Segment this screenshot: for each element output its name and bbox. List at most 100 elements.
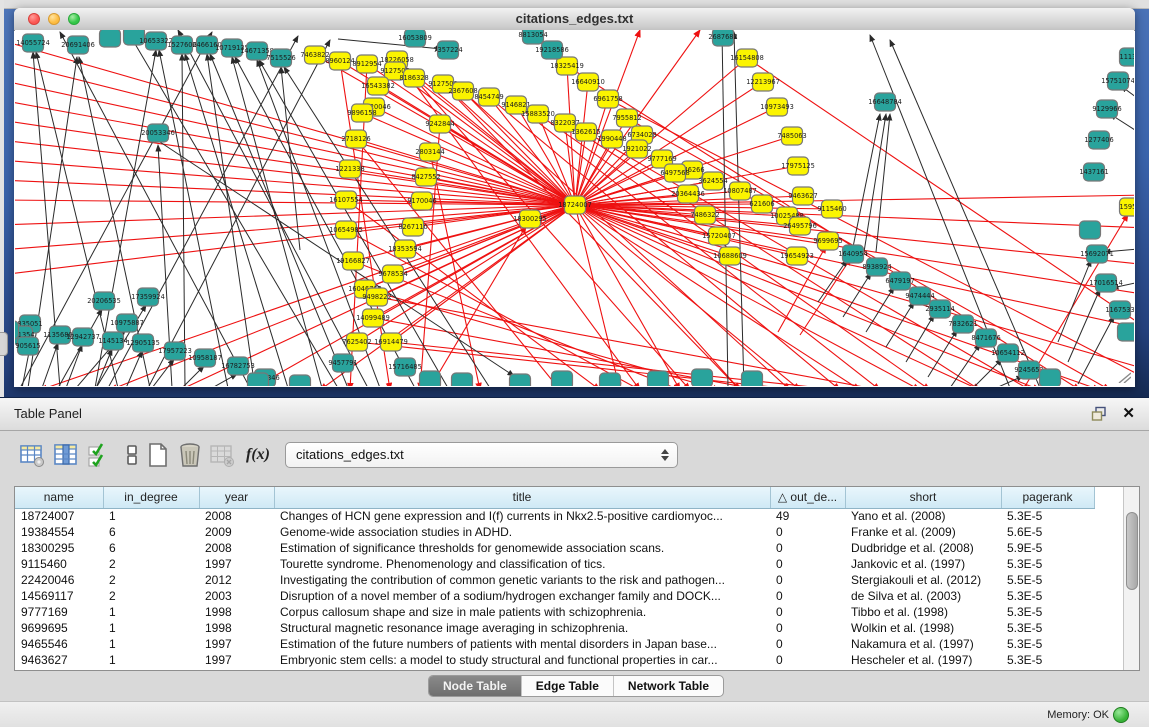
table-row[interactable]: 969969511998Structural magnetic resonanc… <box>15 620 1094 636</box>
graph-node-label: 20206535 <box>87 297 121 305</box>
graph-node-teal[interactable] <box>290 375 311 386</box>
function-builder-icon[interactable]: f(x) <box>244 441 272 469</box>
graph-edge[interactable] <box>800 258 851 335</box>
graph-edge[interactable] <box>15 205 575 275</box>
graph-node-teal[interactable] <box>420 371 441 386</box>
graph-edge[interactable] <box>575 99 608 205</box>
graph-node-label: 15958 <box>1120 203 1134 211</box>
graph-edge[interactable] <box>185 54 288 386</box>
graph-node-label: 6734028 <box>627 131 656 139</box>
column-header-out_de[interactable]: △ out_de... <box>770 487 845 508</box>
column-header-title[interactable]: title <box>274 487 770 508</box>
graph-node-teal[interactable] <box>1040 369 1061 386</box>
table-cell: 9777169 <box>15 604 103 620</box>
table-options-icon[interactable] <box>18 441 46 469</box>
graph-node-label: 1921022 <box>622 145 651 153</box>
graph-nodes[interactable]: 8960124891295418226058912750581863289127… <box>15 30 1134 386</box>
table-row[interactable]: 1456911722003Disruption of a novel membe… <box>15 588 1094 604</box>
graph-edge[interactable] <box>722 32 728 386</box>
side-panel-grip[interactable] <box>0 332 8 356</box>
graph-node-teal[interactable] <box>100 30 121 47</box>
network-canvas[interactable]: 8960124891295418226058912750581863289127… <box>15 30 1134 386</box>
graph-edge[interactable] <box>15 205 575 250</box>
window-titlebar[interactable]: citations_edges.txt <box>14 8 1135 31</box>
table-cell: Wolkin et al. (1998) <box>845 620 1001 636</box>
table-row[interactable]: 946554611997Estimation of the future num… <box>15 636 1094 652</box>
graph-node-label: 18353594 <box>388 245 422 253</box>
table-cell: Structural magnetic resonance image aver… <box>274 620 770 636</box>
column-header-pagerank[interactable]: pagerank <box>1001 487 1094 508</box>
citation-network-graph[interactable]: 8960124891295418226058912750581863289127… <box>15 30 1134 386</box>
graph-edge[interactable] <box>890 40 1040 386</box>
delete-table-icon[interactable] <box>208 441 236 469</box>
table-row[interactable]: 911546021997Tourette syndrome. Phenomeno… <box>15 556 1094 572</box>
graph-edge[interactable] <box>281 67 300 250</box>
graph-node-label: 16107554 <box>329 196 363 204</box>
graph-edge[interactable] <box>182 54 185 386</box>
graph-edge[interactable] <box>928 330 957 377</box>
column-header-name[interactable]: name <box>15 487 103 508</box>
show-columns-icon[interactable] <box>52 441 80 469</box>
scrollbar-thumb[interactable] <box>1126 512 1138 590</box>
graph-node-label: 10975887 <box>110 319 144 327</box>
graph-node-label: 8912954 <box>352 60 381 68</box>
tab-node-table[interactable]: Node Table <box>429 676 522 696</box>
table-select-dropdown[interactable]: citations_edges.txt <box>285 442 678 468</box>
graph-edge[interactable] <box>40 205 575 386</box>
graph-node-teal[interactable] <box>15 321 19 339</box>
row-mode-icon[interactable] <box>118 441 146 469</box>
graph-node-label: 26495796 <box>783 222 817 230</box>
graph-edge[interactable] <box>973 359 1002 386</box>
graph-edge[interactable] <box>148 40 330 386</box>
table-row[interactable]: 1938455462009Genome-wide association stu… <box>15 524 1094 540</box>
graph-node-teal[interactable] <box>742 371 763 386</box>
graph-node-teal[interactable] <box>552 371 573 386</box>
table-cell: de Silva et al. (2003) <box>845 588 1001 604</box>
select-rows-icon[interactable] <box>86 441 114 469</box>
table-cell: 1 <box>103 604 199 620</box>
graph-edge[interactable] <box>212 374 237 386</box>
graph-edge[interactable] <box>852 114 880 252</box>
graph-edge[interactable] <box>627 118 1110 386</box>
table-cell: Genome-wide association studies in ADHD. <box>274 524 770 540</box>
table-cell: 0 <box>770 588 845 604</box>
table-row[interactable]: 946362711997Embryonic stem cells: a mode… <box>15 652 1094 668</box>
float-window-icon[interactable] <box>1091 406 1107 422</box>
vertical-scrollbar[interactable] <box>1123 487 1139 670</box>
graph-edge[interactable] <box>58 309 102 386</box>
memory-status-indicator[interactable] <box>1113 707 1129 723</box>
table-row[interactable]: 2242004622012Investigating the contribut… <box>15 572 1094 588</box>
table-cell: Estimation of significance thresholds fo… <box>274 540 770 556</box>
graph-node-teal[interactable] <box>1080 221 1101 239</box>
network-view-window: citations_edges.txt 89601248912954182260… <box>14 8 1135 387</box>
graph-node-teal[interactable] <box>648 371 669 386</box>
graph-edge[interactable] <box>734 32 744 386</box>
column-header-year[interactable]: year <box>199 487 274 508</box>
graph-node-teal[interactable] <box>600 373 621 386</box>
table-row[interactable]: 977716911998Corpus callosum shape and si… <box>15 604 1094 620</box>
graph-edge[interactable] <box>565 123 980 386</box>
graph-node-teal[interactable] <box>1118 323 1135 341</box>
table-cell: 2 <box>103 588 199 604</box>
graph-node-label: 3624554 <box>698 177 727 185</box>
create-column-icon[interactable] <box>144 441 172 469</box>
table-cell: 2012 <box>199 572 274 588</box>
tab-edge-table[interactable]: Edge Table <box>522 676 614 696</box>
table-row[interactable]: 1830029562008Estimation of significance … <box>15 540 1094 556</box>
tab-network-table[interactable]: Network Table <box>614 676 723 696</box>
delete-column-icon[interactable] <box>176 441 204 469</box>
graph-node-teal[interactable] <box>510 374 531 386</box>
table-cell: 5.5E-5 <box>1001 572 1094 588</box>
graph-edge[interactable] <box>1024 214 1128 386</box>
window-resize-handle[interactable] <box>1117 371 1131 383</box>
graph-node-teal[interactable] <box>452 373 473 386</box>
column-header-in_degree[interactable]: in_degree <box>103 487 199 508</box>
graph-node-teal[interactable] <box>692 369 713 386</box>
table-row[interactable]: 1872400712008Changes of HCN gene express… <box>15 508 1094 524</box>
graph-edge[interactable] <box>42 343 58 386</box>
graph-node-teal[interactable] <box>248 373 269 386</box>
close-panel-icon[interactable]: ✕ <box>1122 404 1135 422</box>
table-cell: 1 <box>103 508 199 524</box>
column-header-short[interactable]: short <box>845 487 1001 508</box>
table-cell: 1997 <box>199 636 274 652</box>
